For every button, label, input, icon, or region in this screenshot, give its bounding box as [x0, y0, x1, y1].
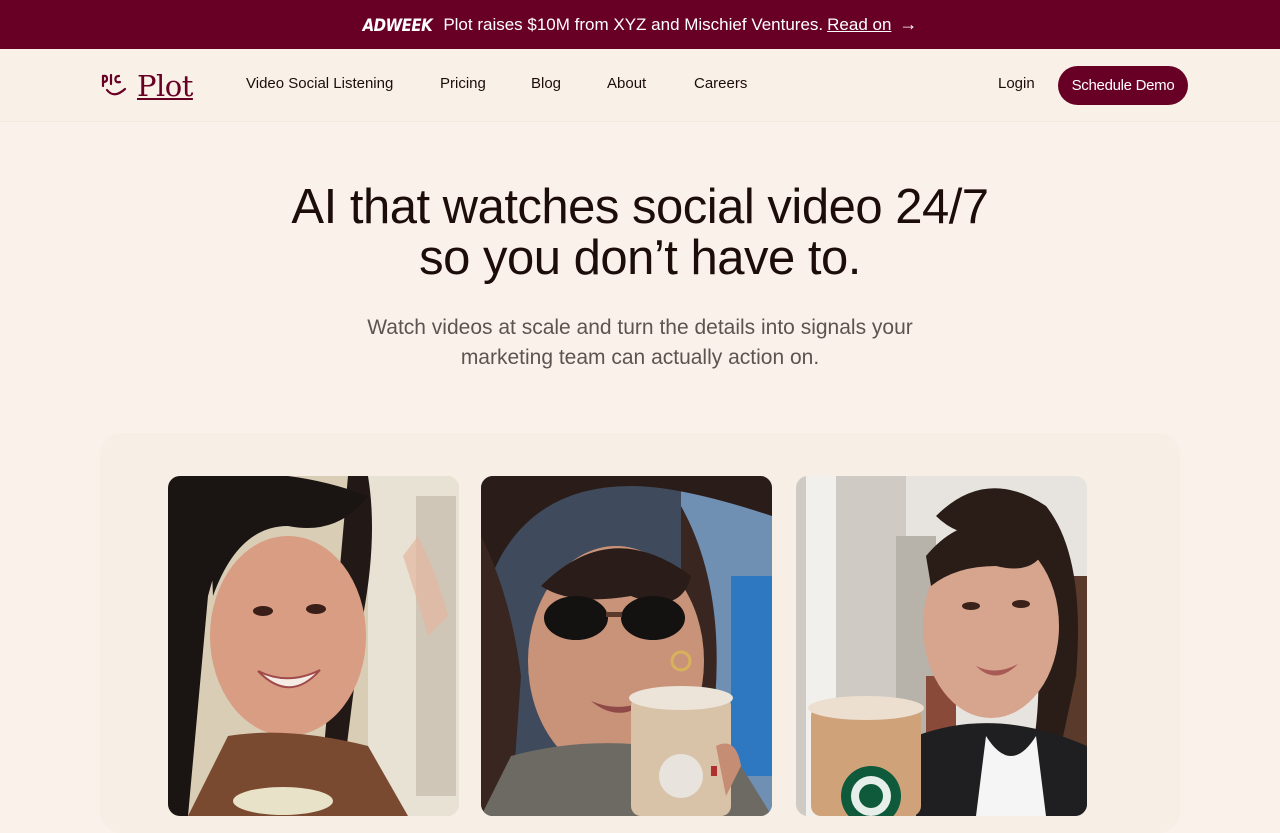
hero-title-line-2: so you don’t have to. — [419, 231, 861, 285]
video-card-3[interactable] — [796, 476, 1087, 816]
login-link[interactable]: Login — [998, 75, 1035, 92]
hero-subtitle: Watch videos at scale and turn the detai… — [340, 313, 940, 373]
announcement-message: Plot raises $10M from XYZ and Mischief V… — [443, 14, 824, 34]
hero-subtitle-line-2: marketing team can actually action on. — [460, 346, 820, 369]
announcement-read-on-link[interactable]: Read on — [827, 15, 891, 35]
schedule-demo-button[interactable]: Schedule Demo — [1058, 66, 1188, 105]
arrow-right-icon[interactable]: → — [899, 14, 917, 35]
plot-logo[interactable]: Plot — [99, 69, 193, 103]
hero-subtitle-line-1: Watch videos at scale and turn the detai… — [367, 316, 913, 339]
nav-careers[interactable]: Careers — [694, 75, 747, 92]
video-card-2[interactable] — [481, 476, 772, 816]
site-header: Plot Video Social Listening Pricing Blog… — [0, 49, 1280, 122]
hero-title-line-1: AI that watches social video 24/7 — [291, 180, 989, 234]
logo-wordmark: Plot — [137, 69, 193, 103]
announcement-bar: ADWEEK Plot raises $10M from XYZ and Mis… — [0, 0, 1280, 49]
hero-title: AI that watches social video 24/7 so you… — [0, 182, 1280, 284]
adweek-logo: ADWEEK — [362, 14, 433, 35]
plot-face-icon — [101, 73, 127, 96]
nav-video-social-listening[interactable]: Video Social Listening — [246, 75, 393, 92]
video-thumbnail-woman-starbucks — [796, 476, 1087, 816]
nav-pricing[interactable]: Pricing — [440, 75, 486, 92]
video-thumbnail-woman-drink — [168, 476, 459, 816]
nav-blog[interactable]: Blog — [531, 75, 561, 92]
video-card-1[interactable] — [168, 476, 459, 816]
video-thumbnail-woman-sunglasses — [481, 476, 772, 816]
nav-about[interactable]: About — [607, 75, 646, 92]
